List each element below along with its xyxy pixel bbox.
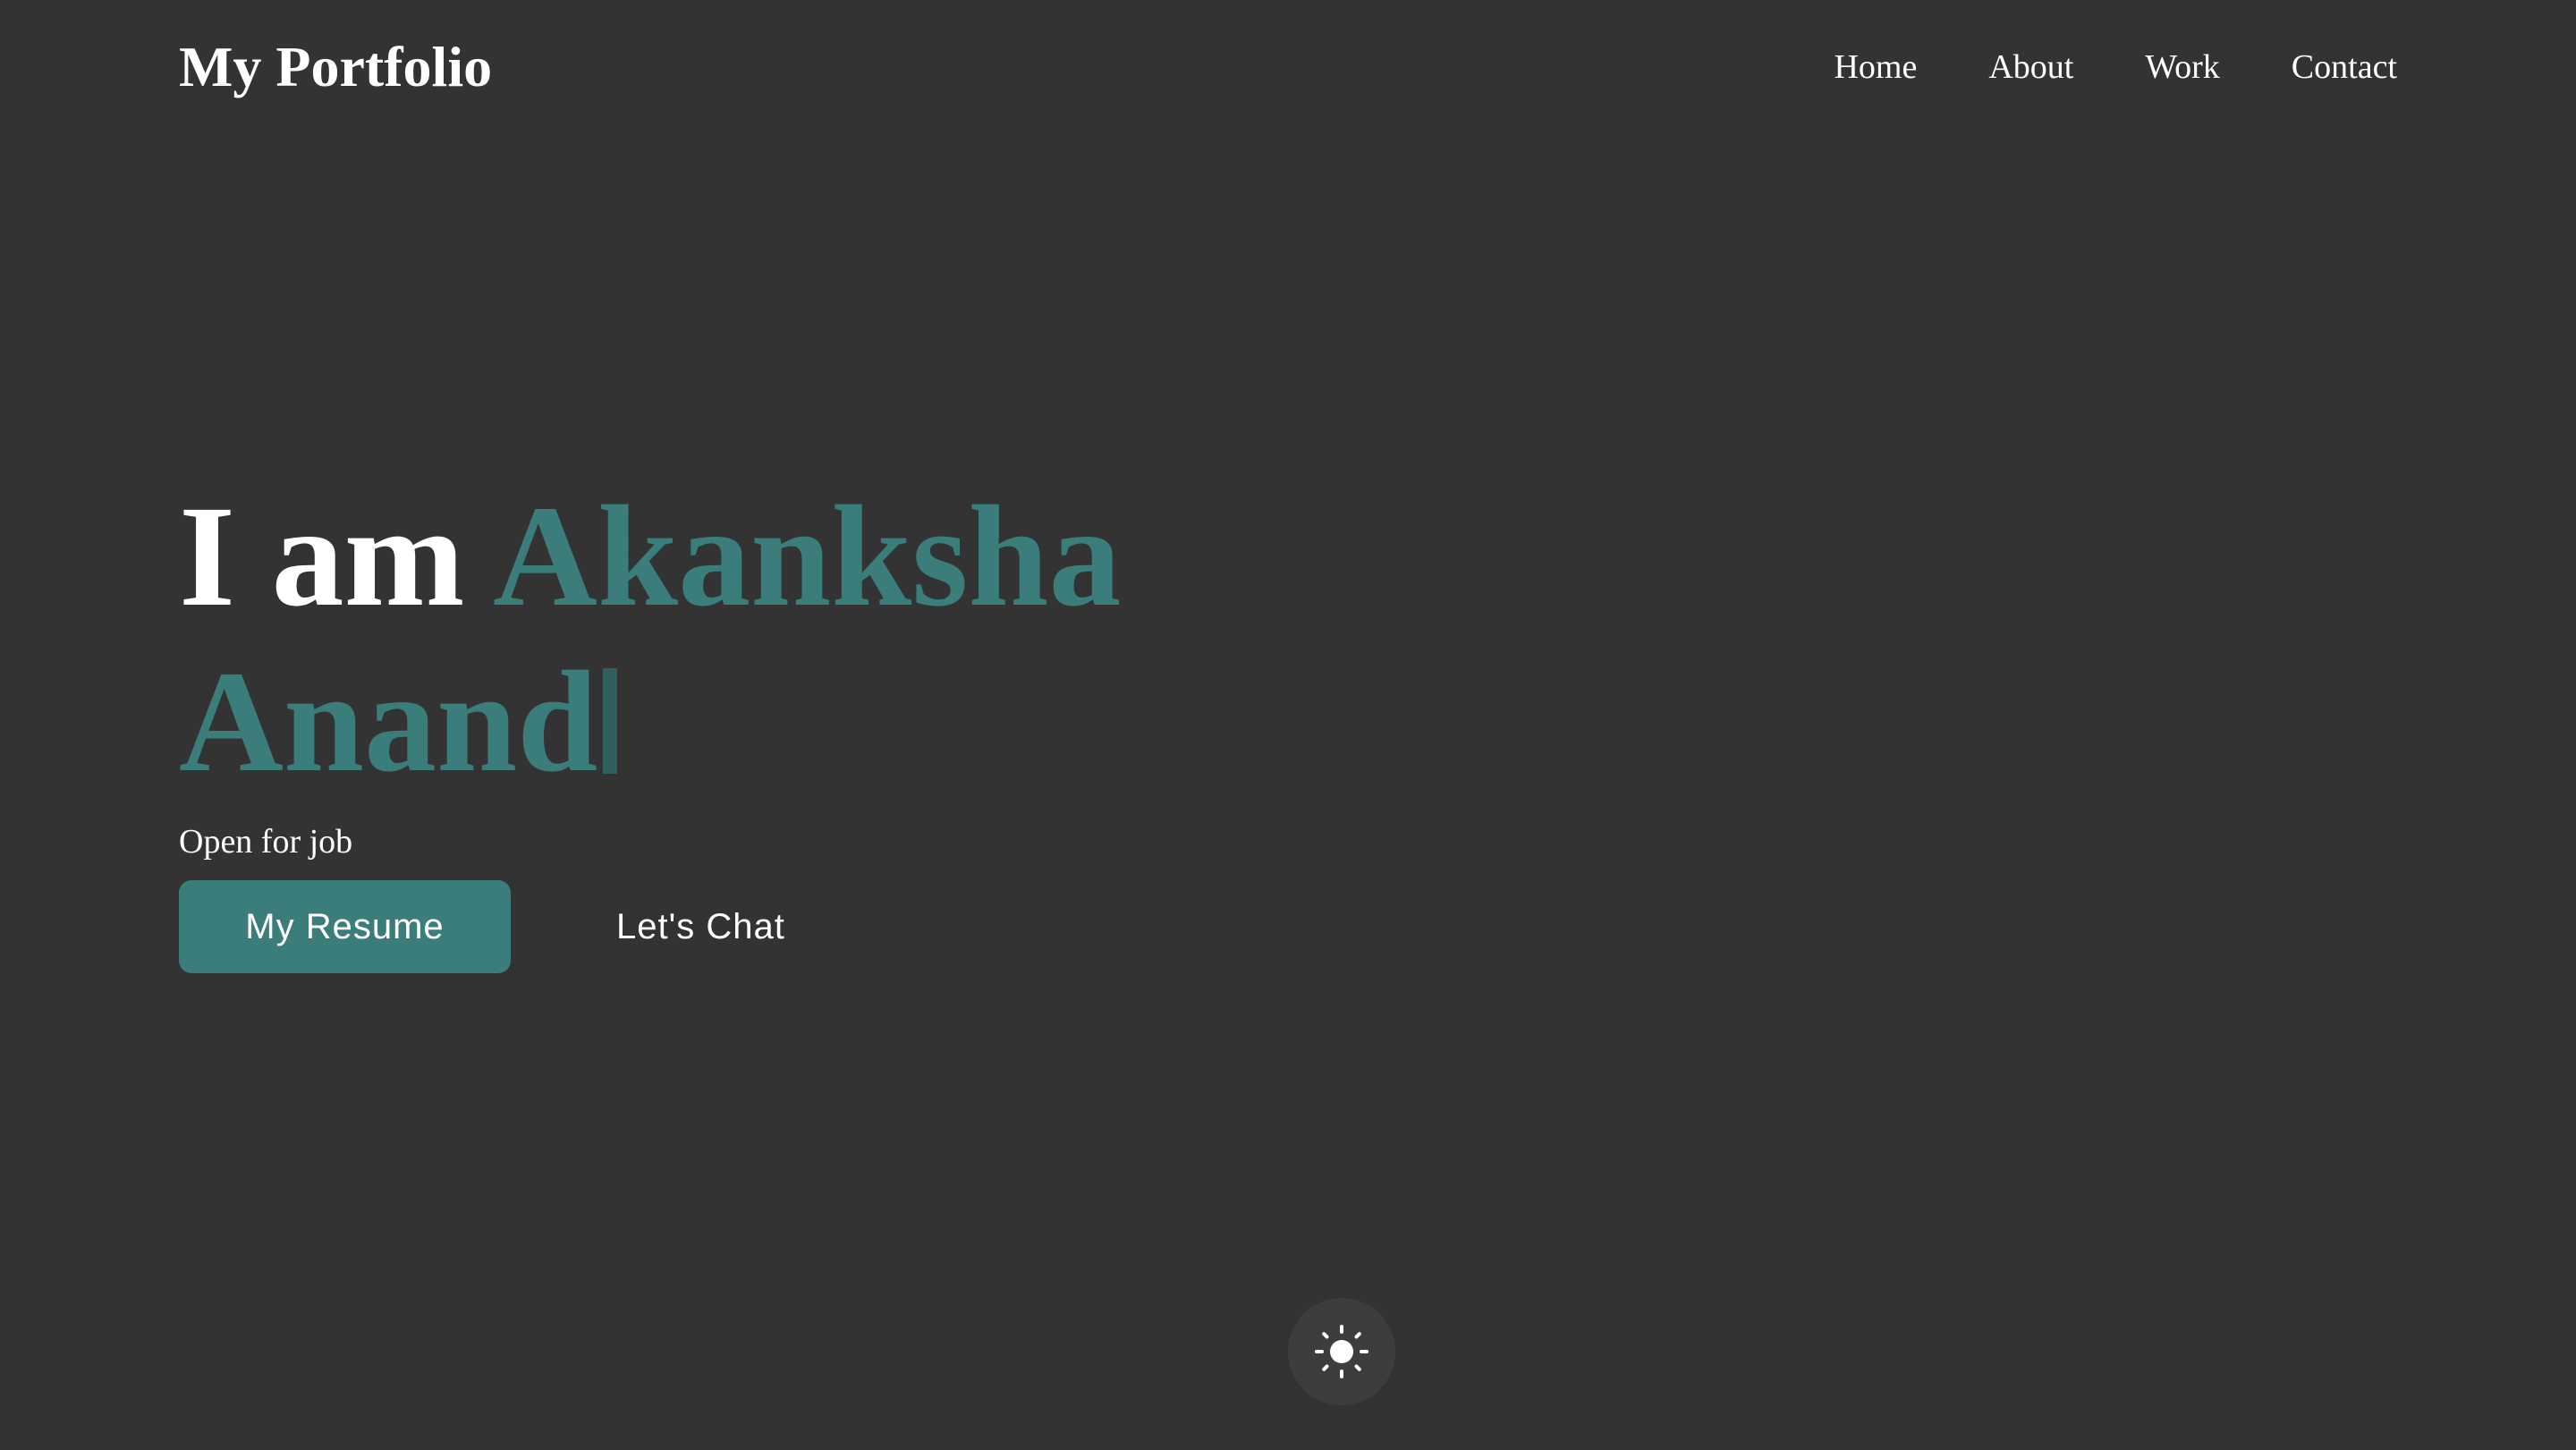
hero-headline: I am Akanksha Anand: [179, 474, 1431, 805]
nav-link-about[interactable]: About: [1988, 36, 2073, 98]
site-header: My Portfolio Home About Work Contact: [0, 0, 2576, 134]
nav-link-contact[interactable]: Contact: [2292, 36, 2397, 98]
theme-toggle-button[interactable]: [1288, 1298, 1395, 1405]
sun-icon: [1315, 1325, 1368, 1378]
hero-actions: My Resume Let's Chat: [179, 880, 785, 973]
chat-button[interactable]: Let's Chat: [616, 880, 785, 973]
hero-name-first: Akanksha: [493, 477, 1122, 637]
nav-link-home[interactable]: Home: [1834, 36, 1917, 98]
main-nav: Home About Work Contact: [1834, 36, 2397, 98]
hero-tagline: Open for job: [179, 823, 353, 861]
resume-button[interactable]: My Resume: [179, 880, 511, 973]
hero-lead-text: I am: [179, 477, 465, 637]
hero-section: I am Akanksha Anand: [179, 474, 1431, 805]
nav-link-work[interactable]: Work: [2145, 36, 2219, 98]
hero-name-last: Anand: [179, 642, 598, 802]
site-logo[interactable]: My Portfolio: [179, 27, 492, 107]
typing-cursor: [603, 668, 618, 774]
